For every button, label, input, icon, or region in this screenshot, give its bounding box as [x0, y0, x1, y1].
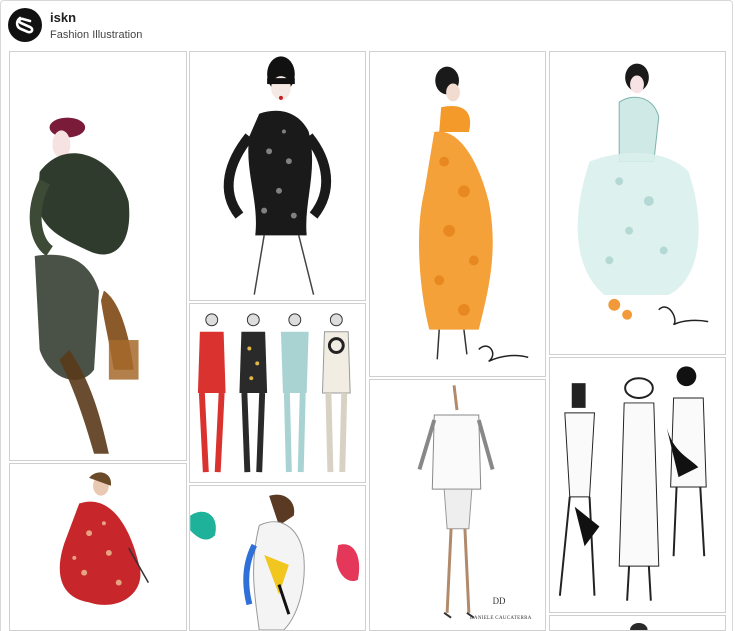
pin-image — [10, 464, 186, 630]
svg-text:DD: DD — [493, 596, 506, 606]
pin-mint-tulle-gown[interactable] — [549, 51, 726, 355]
pin-image — [190, 486, 365, 630]
pin-image — [370, 52, 545, 376]
pin-image — [190, 52, 365, 300]
pin-image — [190, 304, 365, 482]
pin-signature: DANIELE CAUCATERRA — [470, 616, 532, 621]
pin-orange-gown-watercolor[interactable] — [369, 51, 546, 377]
pin-colorful-watercolor-figure[interactable] — [189, 485, 366, 631]
pin-four-looks-lineup[interactable] — [189, 303, 366, 483]
pin-image — [550, 52, 725, 354]
pin-white-tunic-sketch[interactable]: DD DANIELE CAUCATERRA — [369, 379, 546, 631]
avatar[interactable] — [8, 8, 42, 42]
pin-image — [560, 616, 715, 630]
iskn-logo-icon — [15, 16, 34, 34]
profile-name[interactable]: iskn — [50, 10, 76, 25]
pin-black-white-trio[interactable] — [549, 357, 726, 613]
pin-image — [550, 358, 725, 612]
board-title[interactable]: Fashion Illustration — [50, 29, 142, 41]
pin-image — [10, 53, 186, 459]
pin-red-floral-coat[interactable] — [9, 463, 187, 631]
pin-image: DD — [370, 380, 545, 630]
pin-partial-figure-bottom[interactable] — [549, 615, 726, 631]
pin-watercolor-green-dress[interactable] — [9, 51, 187, 461]
pin-lace-bodysuit-masked[interactable] — [189, 51, 366, 301]
